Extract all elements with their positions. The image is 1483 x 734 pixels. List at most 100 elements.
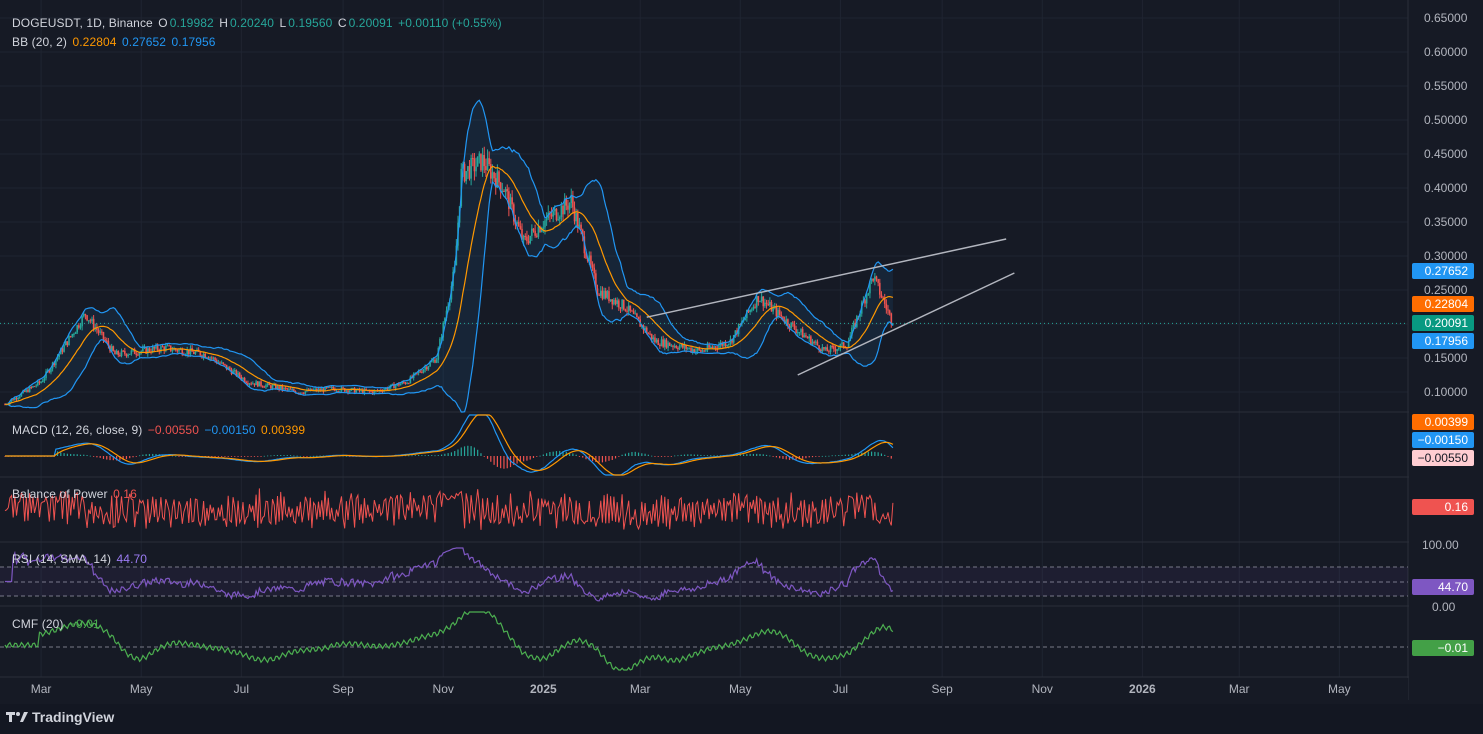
time-tick-label: Nov	[1032, 682, 1053, 696]
candle-body	[25, 389, 28, 392]
candle-body	[330, 386, 333, 388]
candle-body	[824, 347, 827, 350]
change-value: +0.00110 (+0.55%)	[398, 16, 502, 30]
candle-body	[760, 296, 763, 302]
candle-body	[767, 303, 769, 306]
candle-body	[875, 276, 878, 280]
candle-body	[764, 302, 766, 307]
macd-hist-bar	[825, 455, 827, 457]
candle-body	[665, 339, 668, 348]
candle-body	[242, 378, 244, 380]
chart-canvas[interactable]: 0.65000 0.60000 0.55000 0.50000 0.45000 0.400…	[0, 0, 1483, 734]
macd-hist-bar	[148, 453, 151, 456]
macd-hist-bar	[739, 454, 741, 456]
candle-body	[69, 336, 72, 338]
rsi-value: 44.70	[116, 552, 148, 566]
time-tick-label: Mar	[31, 682, 52, 696]
candle-body	[337, 390, 339, 392]
candle-body	[627, 305, 630, 312]
candle-body	[289, 388, 292, 390]
candle-body	[286, 388, 289, 390]
candle-body	[759, 301, 761, 303]
candle-body	[724, 342, 727, 347]
candle-body	[347, 390, 349, 393]
macd-hist-bar	[63, 453, 65, 456]
time-tick-label: Sep	[931, 682, 953, 696]
rsi-label[interactable]: RSI (14, SMA, 14)	[12, 552, 111, 566]
candle-body	[27, 389, 29, 393]
candle-body	[421, 372, 423, 374]
price-tick-label: 0.60000	[1424, 45, 1468, 59]
macd-hist-bar	[450, 452, 453, 456]
candle-body	[544, 220, 546, 228]
candle-body	[793, 324, 796, 329]
candle-body	[660, 339, 663, 347]
bop-label[interactable]: Balance of Power	[12, 487, 108, 501]
candle-body	[836, 349, 838, 352]
candle-body	[37, 381, 39, 386]
footer-bar	[0, 704, 1483, 734]
candle-body	[619, 307, 622, 309]
tag-macd: −0.00150	[1418, 433, 1469, 447]
macd-hist-bar	[70, 453, 72, 456]
tag-bb-lower: 0.17956	[1425, 334, 1469, 348]
candle-body	[865, 294, 868, 304]
candle-body	[826, 347, 829, 352]
candle-body	[68, 336, 70, 346]
bb-label[interactable]: BB (20, 2)	[12, 35, 67, 49]
macd-hist-bar	[614, 456, 617, 459]
candle-body	[529, 235, 532, 244]
candle-body	[105, 340, 108, 342]
candle-body	[657, 339, 660, 346]
candle-body	[153, 347, 156, 349]
candle-body	[137, 354, 139, 356]
macd-hist-bar	[217, 456, 219, 457]
candle-body	[555, 208, 558, 220]
candle-body	[61, 348, 64, 352]
candle-body	[542, 227, 545, 229]
candle-body	[837, 348, 840, 350]
candle-body	[506, 189, 509, 192]
macd-hist-bar	[486, 456, 489, 459]
brand-name: TradingView	[32, 709, 115, 725]
macd-hist-bar	[611, 456, 613, 460]
candle-body	[750, 309, 753, 311]
candle-body	[130, 350, 133, 354]
time-axis[interactable]: Mar May Jul Sep Nov 2025 Mar May Jul Sep Nov 2026 Ma…	[0, 678, 1408, 702]
symbol-title[interactable]: DOGEUSDT, 1D, Binance	[12, 16, 153, 30]
candle-body	[404, 382, 407, 384]
macd-hist-bar	[805, 456, 807, 459]
macd-hist-bar	[529, 456, 531, 460]
macd-hist-bar	[132, 456, 134, 458]
macd-label[interactable]: MACD (12, 26, close, 9)	[12, 423, 142, 437]
macd-hist-bar	[808, 456, 810, 458]
candle-body	[624, 309, 627, 311]
symbol-legend: DOGEUSDT, 1D, Binance O 0.19982 H 0.20240 …	[12, 16, 504, 30]
macd-hist-bar	[221, 456, 223, 457]
macd-hist-bar	[713, 455, 715, 457]
candle-body	[78, 325, 80, 328]
candle-body	[265, 385, 267, 388]
candle-body	[481, 154, 484, 171]
macd-hist-bar	[605, 456, 607, 462]
tradingview-logo[interactable]: TradingView	[6, 709, 114, 725]
macd-hist-bar	[267, 455, 269, 457]
candle-body	[526, 236, 528, 242]
macd-hist-bar	[651, 455, 653, 457]
candle-body	[345, 390, 348, 392]
macd-hist-bar	[838, 455, 840, 456]
macd-hist-bar	[83, 454, 85, 456]
candle-body	[427, 366, 430, 370]
macd-hist-bar	[276, 455, 279, 456]
candle-body	[616, 300, 618, 304]
macd-hist-bar	[828, 455, 830, 457]
cmf-label[interactable]: CMF (20)	[12, 617, 63, 631]
macd-hist-bar	[408, 455, 410, 457]
candle-body	[829, 346, 832, 352]
time-tick-label: 2025	[530, 682, 557, 696]
macd-hist-bar	[303, 456, 305, 457]
candle-body	[432, 359, 435, 361]
macd-hist-bar	[756, 453, 758, 456]
candle-body	[256, 381, 259, 387]
candle-body	[488, 158, 490, 165]
